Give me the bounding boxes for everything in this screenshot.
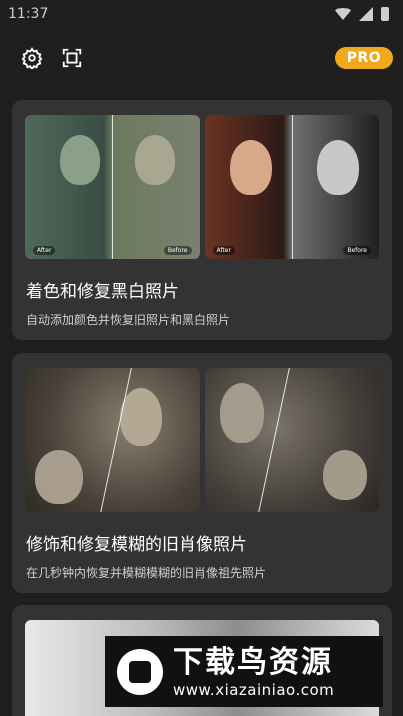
watermark-banner: 下载鸟资源 www.xiazainiao.com	[105, 636, 383, 707]
retouch-images	[25, 368, 379, 512]
top-bar: PRO	[0, 28, 403, 88]
scan-button[interactable]	[60, 46, 84, 70]
before-label: Before	[163, 246, 192, 255]
watermark-url: www.xiazainiao.com	[173, 680, 335, 699]
retouch-card[interactable]: 修饰和修复模糊的旧肖像照片 在几秒钟内恢复并模糊模糊的旧肖像祖先照片	[12, 353, 392, 593]
split-line	[257, 368, 292, 512]
split-line	[112, 115, 114, 259]
card-title: 着色和修复黑白照片	[26, 282, 179, 302]
watermark-name: 下载鸟资源	[173, 644, 333, 680]
sample-image-woman-2: After Before	[204, 115, 379, 259]
sample-image-portrait-1	[25, 368, 200, 512]
gear-icon	[21, 47, 43, 69]
pro-badge[interactable]: PRO	[335, 47, 393, 69]
card-title: 修饰和修复模糊的旧肖像照片	[26, 535, 247, 555]
status-bar: 11:37	[0, 0, 403, 28]
after-label: After	[33, 246, 56, 255]
after-label: After	[212, 246, 235, 255]
scan-frame-icon	[62, 48, 82, 68]
battery-icon	[381, 7, 389, 21]
colorize-images: After Before After Before	[25, 115, 379, 259]
wifi-icon	[335, 8, 351, 20]
colorize-card[interactable]: After Before After Before 着色和修复黑白照片 自动添加…	[12, 100, 392, 340]
sample-image-woman-1: After Before	[25, 115, 200, 259]
settings-button[interactable]	[20, 46, 44, 70]
bird-logo-icon	[117, 648, 163, 695]
status-time: 11:37	[8, 6, 49, 22]
card-subtitle: 自动添加颜色并恢复旧照片和黑白照片	[26, 313, 231, 327]
status-icons	[335, 7, 389, 21]
before-label: Before	[343, 246, 371, 255]
sample-image-portrait-2	[204, 368, 379, 512]
signal-icon	[359, 7, 373, 21]
card-subtitle: 在几秒钟内恢复并模糊模糊的旧肖像祖先照片	[26, 566, 267, 580]
split-line	[291, 115, 293, 259]
